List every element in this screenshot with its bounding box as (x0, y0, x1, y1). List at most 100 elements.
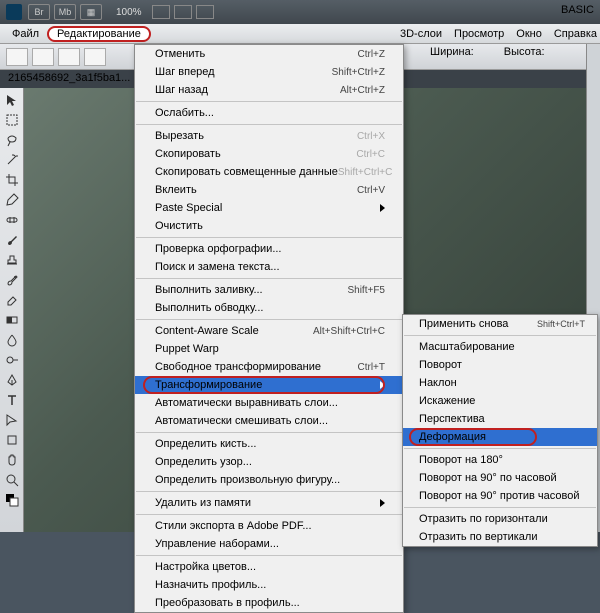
transform-submenu: Применить сноваShift+Ctrl+T Масштабирова… (402, 314, 598, 547)
mi-fade: Ослабить... (135, 104, 403, 122)
lasso-tool[interactable] (2, 130, 22, 149)
menu-edit[interactable]: Редактирование (47, 26, 151, 42)
menu-bar-right: 3D-слои Просмотр Окно Справка (400, 24, 597, 44)
separator (136, 278, 402, 279)
opt-width-label: Ширина: (430, 46, 474, 58)
separator (136, 237, 402, 238)
mi-auto-align: Автоматически выравнивать слои... (135, 394, 403, 412)
separator (404, 448, 596, 449)
ps-logo (6, 4, 22, 20)
sm-flip-h[interactable]: Отразить по горизонтали (403, 510, 597, 528)
pen-tool[interactable] (2, 370, 22, 389)
document-tab[interactable]: 2165458692_3a1f5ba1... (8, 72, 130, 84)
sm-again[interactable]: Применить сноваShift+Ctrl+T (403, 315, 597, 333)
separator (136, 101, 402, 102)
mi-puppet-warp[interactable]: Puppet Warp (135, 340, 403, 358)
mi-step-backward[interactable]: Шаг назадAlt+Ctrl+Z (135, 81, 403, 99)
dodge-tool[interactable] (2, 350, 22, 369)
mi-preset-manager[interactable]: Управление наборами... (135, 535, 403, 553)
menu-help[interactable]: Справка (554, 28, 597, 40)
opt-crop-1[interactable] (32, 48, 54, 66)
mi-pdf-presets[interactable]: Стили экспорта в Adobe PDF... (135, 517, 403, 535)
mi-step-forward[interactable]: Шаг впередShift+Ctrl+Z (135, 63, 403, 81)
history-brush-tool[interactable] (2, 270, 22, 289)
mi-define-brush[interactable]: Определить кисть... (135, 435, 403, 453)
mi-spelling[interactable]: Проверка орфографии... (135, 240, 403, 258)
menu-3d-layers[interactable]: 3D-слои (400, 28, 442, 40)
mi-paste[interactable]: ВклеитьCtrl+V (135, 181, 403, 199)
zoom-tool[interactable] (2, 470, 22, 489)
chevron-right-icon (380, 499, 385, 507)
mi-copy: СкопироватьCtrl+C (135, 145, 403, 163)
appbar-icon-1[interactable] (152, 5, 170, 19)
separator (404, 507, 596, 508)
mi-convert-profile[interactable]: Преобразовать в профиль... (135, 594, 403, 612)
wand-tool[interactable] (2, 150, 22, 169)
menu-window[interactable]: Окно (516, 28, 542, 40)
appbar-icon-2[interactable] (174, 5, 192, 19)
menu-view[interactable]: Просмотр (454, 28, 504, 40)
sm-skew[interactable]: Наклон (403, 374, 597, 392)
separator (136, 514, 402, 515)
tools-panel (0, 88, 24, 532)
brush-tool[interactable] (2, 230, 22, 249)
sm-rotate[interactable]: Поворот (403, 356, 597, 374)
mi-stroke: Выполнить обводку... (135, 299, 403, 317)
crop-tool[interactable] (2, 170, 22, 189)
chevron-right-icon (380, 204, 385, 212)
sm-rotate-180[interactable]: Поворот на 180° (403, 451, 597, 469)
chevron-right-icon (380, 381, 385, 389)
mi-auto-blend: Автоматически смешивать слои... (135, 412, 403, 430)
gradient-tool[interactable] (2, 310, 22, 329)
path-tool[interactable] (2, 410, 22, 429)
options-bar-right: Ширина: Высота: (430, 46, 545, 58)
mi-undo[interactable]: ОтменитьCtrl+Z (135, 45, 403, 63)
separator (136, 432, 402, 433)
mi-find-replace[interactable]: Поиск и замена текста... (135, 258, 403, 276)
color-swatch[interactable] (2, 490, 22, 509)
mi-assign-profile[interactable]: Назначить профиль... (135, 576, 403, 594)
mi-define-shape: Определить произвольную фигуру... (135, 471, 403, 489)
hand-tool[interactable] (2, 450, 22, 469)
opt-height-label: Высота: (504, 46, 545, 58)
opt-crop-2[interactable] (58, 48, 80, 66)
appbar-icon-3[interactable] (196, 5, 214, 19)
sm-rotate-90cw[interactable]: Поворот на 90° по часовой (403, 469, 597, 487)
move-tool[interactable] (2, 90, 22, 109)
stamp-tool[interactable] (2, 250, 22, 269)
type-tool[interactable] (2, 390, 22, 409)
opt-crop-3[interactable] (84, 48, 106, 66)
separator (136, 555, 402, 556)
zoom-level[interactable]: 100% (116, 7, 142, 18)
mi-paste-special[interactable]: Paste Special (135, 199, 403, 217)
appbar-btn-mb[interactable]: Mb (54, 4, 76, 20)
mi-free-transform[interactable]: Свободное трансформированиеCtrl+T (135, 358, 403, 376)
workspace-label[interactable]: BASIC (561, 4, 594, 16)
mi-copy-merged: Скопировать совмещенные данныеShift+Ctrl… (135, 163, 403, 181)
healing-tool[interactable] (2, 210, 22, 229)
eraser-tool[interactable] (2, 290, 22, 309)
separator (136, 491, 402, 492)
mi-content-aware-scale[interactable]: Content-Aware ScaleAlt+Shift+Ctrl+C (135, 322, 403, 340)
appbar-btn-br[interactable]: Br (28, 4, 50, 20)
mi-transform[interactable]: Трансформирование (135, 376, 403, 394)
opt-tool-preset[interactable] (6, 48, 28, 66)
sm-warp[interactable]: Деформация (403, 428, 597, 446)
eyedropper-tool[interactable] (2, 190, 22, 209)
marquee-tool[interactable] (2, 110, 22, 129)
blur-tool[interactable] (2, 330, 22, 349)
sm-scale[interactable]: Масштабирование (403, 338, 597, 356)
appbar-btn-grid[interactable]: ▦ (80, 4, 102, 20)
mi-purge[interactable]: Удалить из памяти (135, 494, 403, 512)
mi-fill[interactable]: Выполнить заливку...Shift+F5 (135, 281, 403, 299)
sm-rotate-90ccw[interactable]: Поворот на 90° против часовой (403, 487, 597, 505)
edit-menu-dropdown: ОтменитьCtrl+Z Шаг впередShift+Ctrl+Z Ша… (134, 44, 404, 613)
mi-define-pattern[interactable]: Определить узор... (135, 453, 403, 471)
separator (404, 335, 596, 336)
sm-distort[interactable]: Искажение (403, 392, 597, 410)
sm-flip-v[interactable]: Отразить по вертикали (403, 528, 597, 546)
sm-perspective[interactable]: Перспектива (403, 410, 597, 428)
mi-color-settings[interactable]: Настройка цветов... (135, 558, 403, 576)
menu-file[interactable]: Файл (4, 26, 47, 42)
shape-tool[interactable] (2, 430, 22, 449)
